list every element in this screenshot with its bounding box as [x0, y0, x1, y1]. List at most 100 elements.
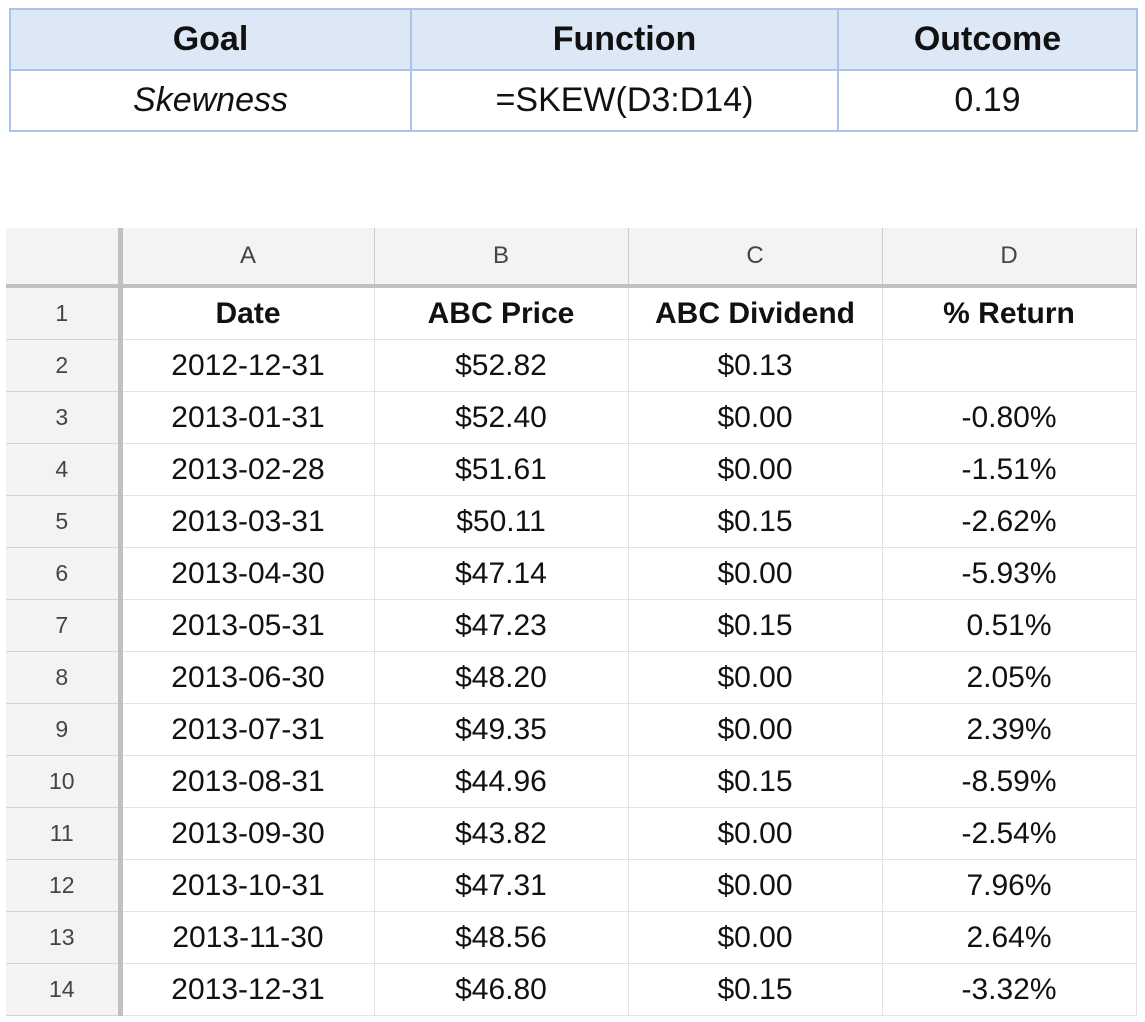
cell-a12[interactable]: 2013-10-31: [120, 859, 375, 912]
cell-c2[interactable]: $0.13: [628, 339, 883, 392]
cell-a8[interactable]: 2013-06-30: [120, 651, 375, 704]
row-header[interactable]: 8: [6, 651, 123, 704]
table-row: 11 2013-09-30 $43.82 $0.00 -2.54%: [6, 807, 1137, 860]
column-header-row: A B C D: [6, 228, 1137, 288]
cell-a10[interactable]: 2013-08-31: [120, 755, 375, 808]
cell-d7[interactable]: 0.51%: [882, 599, 1137, 652]
row-header[interactable]: 13: [6, 911, 123, 964]
summary-outcome-cell: 0.19: [837, 69, 1138, 132]
cell-d10[interactable]: -8.59%: [882, 755, 1137, 808]
table-row: 3 2013-01-31 $52.40 $0.00 -0.80%: [6, 391, 1137, 444]
row-header[interactable]: 3: [6, 391, 123, 444]
row-header[interactable]: 12: [6, 859, 123, 912]
table-row: 2 2012-12-31 $52.82 $0.13: [6, 339, 1137, 392]
cell-a5[interactable]: 2013-03-31: [120, 495, 375, 548]
row-header[interactable]: 5: [6, 495, 123, 548]
cell-b6[interactable]: $47.14: [374, 547, 629, 600]
cell-c4[interactable]: $0.00: [628, 443, 883, 496]
cell-c1[interactable]: ABC Dividend: [628, 286, 883, 340]
row-header[interactable]: 1: [6, 286, 123, 340]
summary-header-row: Goal Function Outcome: [9, 8, 1138, 71]
table-row: 14 2013-12-31 $46.80 $0.15 -3.32%: [6, 963, 1137, 1016]
cell-b2[interactable]: $52.82: [374, 339, 629, 392]
cell-b9[interactable]: $49.35: [374, 703, 629, 756]
table-row: 9 2013-07-31 $49.35 $0.00 2.39%: [6, 703, 1137, 756]
column-header-c[interactable]: C: [628, 228, 883, 288]
table-row: 7 2013-05-31 $47.23 $0.15 0.51%: [6, 599, 1137, 652]
row-header[interactable]: 11: [6, 807, 123, 860]
summary-table: Goal Function Outcome Skewness =SKEW(D3:…: [9, 8, 1138, 132]
cell-c11[interactable]: $0.00: [628, 807, 883, 860]
cell-a7[interactable]: 2013-05-31: [120, 599, 375, 652]
cell-a2[interactable]: 2012-12-31: [120, 339, 375, 392]
cell-b8[interactable]: $48.20: [374, 651, 629, 704]
cell-d2[interactable]: [882, 339, 1137, 392]
cell-d3[interactable]: -0.80%: [882, 391, 1137, 444]
cell-b5[interactable]: $50.11: [374, 495, 629, 548]
cell-b4[interactable]: $51.61: [374, 443, 629, 496]
summary-data-row: Skewness =SKEW(D3:D14) 0.19: [9, 69, 1138, 132]
cell-c9[interactable]: $0.00: [628, 703, 883, 756]
cell-d13[interactable]: 2.64%: [882, 911, 1137, 964]
cell-a4[interactable]: 2013-02-28: [120, 443, 375, 496]
row-header[interactable]: 2: [6, 339, 123, 392]
table-row: 4 2013-02-28 $51.61 $0.00 -1.51%: [6, 443, 1137, 496]
summary-header-function: Function: [410, 8, 839, 71]
cell-a6[interactable]: 2013-04-30: [120, 547, 375, 600]
row-header[interactable]: 14: [6, 963, 123, 1016]
cell-b12[interactable]: $47.31: [374, 859, 629, 912]
cell-c10[interactable]: $0.15: [628, 755, 883, 808]
cell-a11[interactable]: 2013-09-30: [120, 807, 375, 860]
cell-c7[interactable]: $0.15: [628, 599, 883, 652]
cell-a9[interactable]: 2013-07-31: [120, 703, 375, 756]
row-header[interactable]: 9: [6, 703, 123, 756]
row-header[interactable]: 7: [6, 599, 123, 652]
cell-d8[interactable]: 2.05%: [882, 651, 1137, 704]
cell-b7[interactable]: $47.23: [374, 599, 629, 652]
summary-function-cell: =SKEW(D3:D14): [410, 69, 839, 132]
table-row: 12 2013-10-31 $47.31 $0.00 7.96%: [6, 859, 1137, 912]
cell-d5[interactable]: -2.62%: [882, 495, 1137, 548]
table-row: 13 2013-11-30 $48.56 $0.00 2.64%: [6, 911, 1137, 964]
summary-goal-cell: Skewness: [9, 69, 412, 132]
cell-b3[interactable]: $52.40: [374, 391, 629, 444]
cell-c14[interactable]: $0.15: [628, 963, 883, 1016]
cell-a1[interactable]: Date: [120, 286, 375, 340]
cell-d1[interactable]: % Return: [882, 286, 1137, 340]
table-row: 5 2013-03-31 $50.11 $0.15 -2.62%: [6, 495, 1137, 548]
column-header-d[interactable]: D: [882, 228, 1137, 288]
cell-b1[interactable]: ABC Price: [374, 286, 629, 340]
summary-header-goal: Goal: [9, 8, 412, 71]
cell-d11[interactable]: -2.54%: [882, 807, 1137, 860]
cell-c5[interactable]: $0.15: [628, 495, 883, 548]
cell-b10[interactable]: $44.96: [374, 755, 629, 808]
select-all-corner[interactable]: [6, 228, 123, 288]
table-row: 10 2013-08-31 $44.96 $0.15 -8.59%: [6, 755, 1137, 808]
column-header-b[interactable]: B: [374, 228, 629, 288]
table-row: 6 2013-04-30 $47.14 $0.00 -5.93%: [6, 547, 1137, 600]
cell-c13[interactable]: $0.00: [628, 911, 883, 964]
cell-a13[interactable]: 2013-11-30: [120, 911, 375, 964]
spreadsheet-grid: A B C D 1 Date ABC Price ABC Dividend% Retu…: [6, 228, 1137, 1016]
summary-header-outcome: Outcome: [837, 8, 1138, 71]
cell-d4[interactable]: -1.51%: [882, 443, 1137, 496]
cell-c6[interactable]: $0.00: [628, 547, 883, 600]
cell-b14[interactable]: $46.80: [374, 963, 629, 1016]
cell-b13[interactable]: $48.56: [374, 911, 629, 964]
table-row: 1 Date ABC Price ABC Dividend% Return: [6, 286, 1137, 340]
row-header[interactable]: 10: [6, 755, 123, 808]
cell-d6[interactable]: -5.93%: [882, 547, 1137, 600]
cell-c12[interactable]: $0.00: [628, 859, 883, 912]
cell-a3[interactable]: 2013-01-31: [120, 391, 375, 444]
column-header-a[interactable]: A: [120, 228, 375, 288]
row-header[interactable]: 4: [6, 443, 123, 496]
cell-c3[interactable]: $0.00: [628, 391, 883, 444]
cell-b11[interactable]: $43.82: [374, 807, 629, 860]
table-row: 8 2013-06-30 $48.20 $0.00 2.05%: [6, 651, 1137, 704]
cell-d9[interactable]: 2.39%: [882, 703, 1137, 756]
row-header[interactable]: 6: [6, 547, 123, 600]
cell-d14[interactable]: -3.32%: [882, 963, 1137, 1016]
cell-d12[interactable]: 7.96%: [882, 859, 1137, 912]
cell-c8[interactable]: $0.00: [628, 651, 883, 704]
cell-a14[interactable]: 2013-12-31: [120, 963, 375, 1016]
